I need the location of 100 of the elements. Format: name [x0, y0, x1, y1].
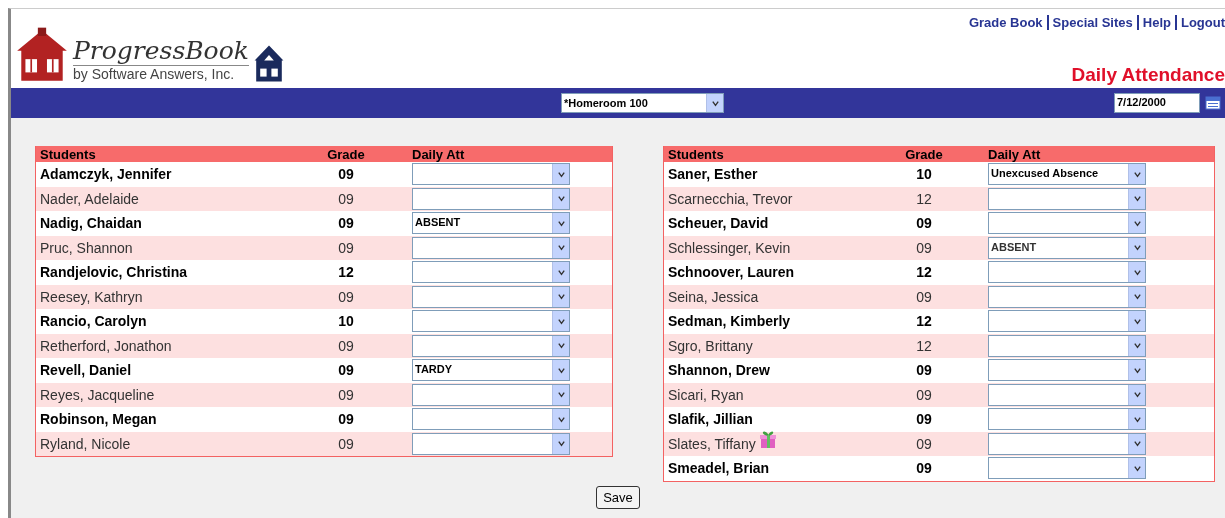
student-name: Scarnecchia, Trevor	[668, 190, 793, 207]
grade-cell-text: 12	[915, 264, 933, 281]
grade-cell-text: 09	[915, 435, 933, 452]
caret-icon	[552, 335, 569, 356]
attendance-dropdown[interactable]: ABSENT	[412, 212, 570, 235]
caret-icon	[552, 311, 569, 332]
grade-cell-text: 09	[337, 239, 355, 256]
attendance-dropdown[interactable]	[988, 310, 1146, 333]
student-name: Schnoover, Lauren	[668, 264, 795, 281]
student-name: Robinson, Megan	[40, 411, 157, 428]
student-name: Smeadel, Brian	[668, 460, 770, 477]
attendance-dropdown[interactable]	[412, 432, 570, 455]
logo-name: ProgressBook	[73, 37, 249, 65]
column-header: Daily Att	[411, 146, 466, 162]
grade-cell-text: 12	[915, 313, 933, 330]
caret-icon	[706, 94, 723, 112]
caret-icon	[1128, 360, 1145, 381]
date-field[interactable]: 7/12/2000	[1114, 93, 1200, 113]
student-name: Sicari, Ryan	[668, 386, 744, 403]
caret-icon	[552, 409, 569, 430]
calendar-icon[interactable]	[1205, 96, 1221, 110]
caret-icon	[1128, 213, 1145, 234]
student-name: Sedman, Kimberly	[668, 313, 791, 330]
grade-cell-text: 09	[915, 411, 933, 428]
grade-cell-text: 09	[337, 435, 355, 452]
attendance-dropdown[interactable]	[412, 334, 570, 357]
student-name: Nadig, Chaidan	[40, 215, 142, 232]
attendance-dropdown[interactable]	[988, 334, 1146, 357]
student-name: Seina, Jessica	[668, 288, 759, 305]
attendance-dropdown[interactable]: TARDY	[412, 359, 570, 382]
caret-icon	[1128, 237, 1145, 258]
save-button[interactable]: Save	[596, 485, 640, 509]
student-name: Ryland, Nicole	[40, 435, 131, 452]
attendance-dropdown[interactable]	[988, 212, 1146, 235]
caret-icon	[1128, 335, 1145, 356]
caret-icon	[1128, 262, 1145, 283]
attendance-dropdown[interactable]: Unexcused Absence	[988, 163, 1146, 186]
attendance-dropdown[interactable]	[412, 310, 570, 333]
caret-icon	[552, 213, 569, 234]
grade-cell-text: 10	[337, 313, 355, 330]
caret-icon	[1128, 384, 1145, 405]
grade-cell-text: 09	[915, 239, 933, 256]
caret-icon	[552, 237, 569, 258]
caret-icon	[552, 360, 569, 381]
attendance-dropdown[interactable]	[988, 383, 1146, 406]
attendance-dropdown[interactable]	[988, 187, 1146, 210]
student-name: Slafik, Jillian	[668, 411, 753, 428]
attendance-dropdown[interactable]	[412, 285, 570, 308]
attendance-dropdown[interactable]	[412, 236, 570, 259]
student-name: Nader, Adelaide	[40, 190, 139, 207]
attendance-dropdown[interactable]	[412, 261, 570, 284]
attendance-dropdown[interactable]: ABSENT	[988, 236, 1146, 259]
grade-cell-text: 09	[337, 215, 355, 232]
caret-icon	[1128, 286, 1145, 307]
grade-cell-text: 09	[337, 190, 355, 207]
grade-cell-text: 09	[915, 460, 933, 477]
student-name: Adamczyk, Jennifer	[40, 166, 172, 183]
caret-icon	[1128, 458, 1145, 479]
caret-icon	[1128, 164, 1145, 185]
caret-icon	[552, 164, 569, 185]
caret-icon	[552, 188, 569, 209]
attendance-dropdown[interactable]	[988, 285, 1146, 308]
attendance-dropdown[interactable]	[988, 359, 1146, 382]
column-header: Grade	[326, 146, 366, 162]
caret-icon	[552, 384, 569, 405]
grade-cell-text: 09	[915, 386, 933, 403]
grade-cell-text: 09	[337, 362, 355, 379]
nav-link[interactable]: Logout	[1174, 15, 1225, 30]
caret-icon	[1128, 433, 1145, 454]
column-header: Grade	[904, 146, 944, 162]
column-header: Students	[39, 146, 97, 162]
class-dropdown[interactable]: *Homeroom 100	[561, 93, 724, 113]
student-name: Schlessinger, Kevin	[668, 239, 791, 256]
grade-cell-text: 09	[337, 337, 355, 354]
caret-icon	[552, 286, 569, 307]
nav-link[interactable]: Special Sites	[1046, 15, 1133, 30]
attendance-dropdown[interactable]	[988, 457, 1146, 480]
attendance-dropdown[interactable]	[412, 187, 570, 210]
attendance-dropdown[interactable]	[412, 408, 570, 431]
student-name: Scheuer, David	[668, 215, 769, 232]
student-name: Randjelovic, Christina	[40, 264, 188, 281]
attendance-dropdown[interactable]	[988, 432, 1146, 455]
grade-cell-text: 10	[915, 166, 933, 183]
student-name: Pruc, Shannon	[40, 239, 133, 256]
page-title: Daily Attendance	[1071, 64, 1225, 86]
grade-cell-text: 09	[337, 386, 355, 403]
attendance-dropdown[interactable]	[412, 383, 570, 406]
caret-icon	[552, 262, 569, 283]
student-name: Reesey, Kathryn	[40, 288, 143, 305]
grade-cell-text: 12	[915, 337, 933, 354]
grade-cell-text: 12	[915, 190, 933, 207]
logo-tagline: by Software Answers, Inc.	[73, 65, 249, 82]
attendance-dropdown[interactable]	[988, 261, 1146, 284]
student-name: Saner, Esther	[668, 166, 758, 183]
attendance-dropdown[interactable]	[412, 163, 570, 186]
attendance-dropdown[interactable]	[988, 408, 1146, 431]
nav-link[interactable]: Grade Book	[968, 15, 1043, 30]
grade-cell-text: 09	[337, 411, 355, 428]
nav-link[interactable]: Help	[1136, 15, 1171, 30]
caret-icon	[552, 433, 569, 454]
